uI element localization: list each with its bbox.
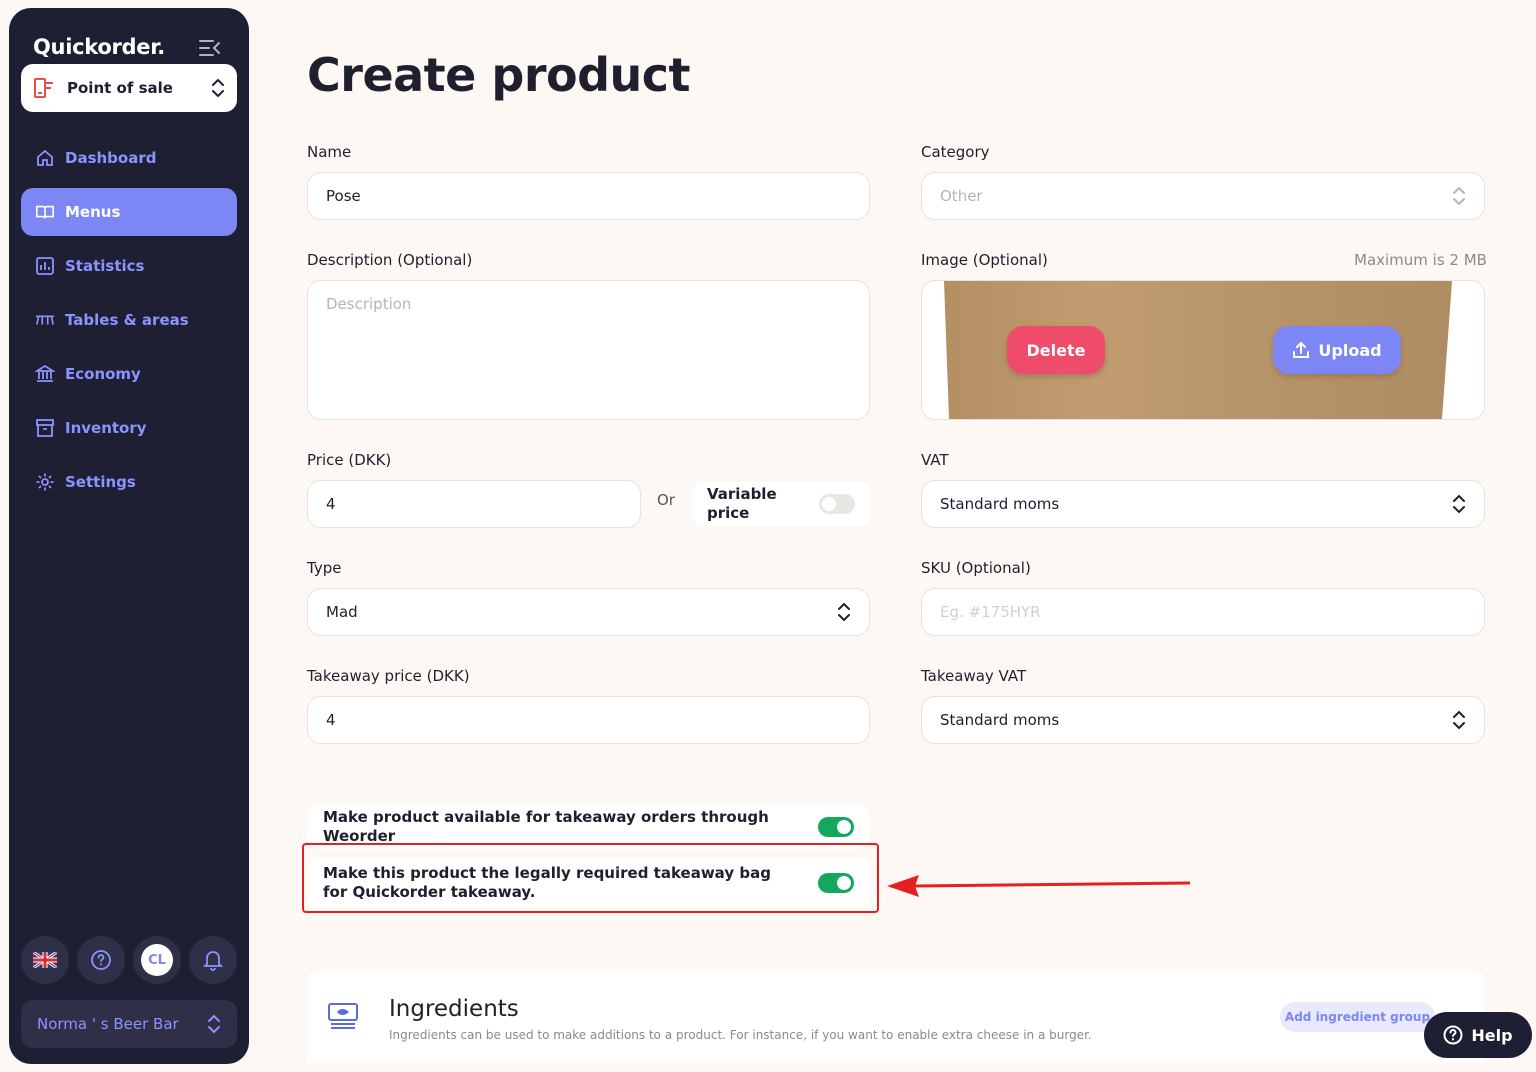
image-size-hint: Maximum is 2 MB (1354, 251, 1487, 269)
variable-price-label: Variable price (707, 485, 777, 522)
notifications-button[interactable] (189, 936, 237, 984)
category-label: Category (921, 143, 990, 161)
chevron-updown-icon (1453, 710, 1465, 730)
name-label: Name (307, 143, 352, 161)
type-select[interactable]: Mad (307, 588, 870, 636)
takeaway-vat-value: Standard moms (940, 711, 1060, 729)
pos-icon (34, 78, 53, 98)
price-input[interactable]: 4 (307, 480, 641, 528)
name-value: Pose (326, 187, 361, 205)
nav-item-settings[interactable]: Settings (21, 458, 237, 506)
bank-icon (35, 364, 55, 384)
description-placeholder: Description (326, 295, 412, 313)
nav-item-dashboard[interactable]: Dashboard (21, 134, 237, 182)
nav-item-economy[interactable]: Economy (21, 350, 237, 398)
delete-image-button[interactable]: Delete (1007, 326, 1105, 374)
nav-item-tables[interactable]: Tables & areas (21, 296, 237, 344)
profile-button[interactable]: CL (133, 936, 181, 984)
nav-item-menus[interactable]: Menus (21, 188, 237, 236)
help-label: Help (1471, 1025, 1513, 1045)
home-icon (35, 148, 55, 168)
annotation-arrow-icon (887, 875, 1191, 897)
language-button[interactable] (21, 936, 69, 984)
chevron-updown-icon (212, 78, 224, 98)
description-label: Description (Optional) (307, 251, 473, 269)
annotation-highlight-box (302, 843, 879, 913)
add-ingredient-group-label: Add ingredient group (1284, 1010, 1431, 1024)
type-label: Type (307, 559, 342, 577)
nav-label: Inventory (65, 419, 147, 437)
category-select[interactable]: Other (921, 172, 1485, 220)
question-icon (91, 950, 111, 970)
nav-label: Statistics (65, 257, 145, 275)
ingredients-title: Ingredients (389, 996, 519, 1022)
chevron-updown-icon (208, 1014, 220, 1034)
takeaway-availability-label: Make product available for takeaway orde… (323, 808, 769, 845)
takeaway-price-value: 4 (326, 711, 336, 729)
point-of-sale-selector[interactable]: Point of sale (21, 64, 237, 112)
chevron-updown-icon (1453, 186, 1465, 206)
vat-value: Standard moms (940, 495, 1060, 513)
sidebar: Quickorder. Point of sale Dashboard Menu… (9, 8, 249, 1064)
ingredients-section: Ingredients Ingredients can be used to m… (307, 971, 1485, 1063)
chevron-updown-icon (1453, 494, 1465, 514)
question-icon (1443, 1025, 1463, 1045)
add-ingredient-group-button[interactable]: Add ingredient group (1280, 1002, 1435, 1032)
pos-label: Point of sale (67, 79, 173, 97)
nav-label: Tables & areas (65, 311, 189, 329)
vat-label: VAT (921, 451, 949, 469)
sku-label: SKU (Optional) (921, 559, 1031, 577)
variable-price-option: Variable price (691, 482, 870, 526)
ingredients-description: Ingredients can be used to make addition… (389, 1028, 1092, 1042)
nav-label: Economy (65, 365, 141, 383)
sidebar-utility-bar: CL (21, 936, 237, 984)
takeaway-price-label: Takeaway price (DKK) (307, 667, 470, 685)
name-input[interactable]: Pose (307, 172, 870, 220)
upload-image-button[interactable]: Upload (1273, 326, 1401, 374)
price-value: 4 (326, 495, 336, 513)
type-value: Mad (326, 603, 358, 621)
sku-input[interactable]: Eg. #175HYR (921, 588, 1485, 636)
page-title: Create product (307, 48, 691, 102)
nav-item-inventory[interactable]: Inventory (21, 404, 237, 452)
collapse-sidebar-icon[interactable] (199, 38, 221, 58)
venue-selector[interactable]: Norma ' s Beer Bar (21, 1000, 237, 1048)
help-circle-button[interactable] (77, 936, 125, 984)
nav-item-statistics[interactable]: Statistics (21, 242, 237, 290)
avatar: CL (141, 944, 173, 976)
chevron-updown-icon (838, 602, 850, 622)
or-label: Or (657, 491, 675, 509)
chart-icon (35, 256, 55, 276)
nav-label: Settings (65, 473, 136, 491)
category-value: Other (940, 187, 983, 205)
sku-placeholder: Eg. #175HYR (940, 603, 1041, 621)
price-label: Price (DKK) (307, 451, 392, 469)
takeaway-price-input[interactable]: 4 (307, 696, 870, 744)
nav-label: Menus (65, 203, 121, 221)
main-nav: Dashboard Menus Statistics Tables & area… (21, 134, 237, 512)
variable-price-toggle[interactable] (819, 494, 855, 514)
nav-label: Dashboard (65, 149, 157, 167)
help-button[interactable]: Help (1424, 1012, 1532, 1058)
table-icon (35, 310, 55, 330)
venue-name: Norma ' s Beer Bar (37, 1015, 179, 1033)
archive-icon (35, 418, 55, 438)
bell-icon (203, 951, 223, 971)
delete-label: Delete (1026, 340, 1086, 360)
gear-icon (35, 472, 55, 492)
brand-logo: Quickorder. (33, 35, 165, 59)
uk-flag-icon (33, 952, 57, 968)
upload-label: Upload (1318, 340, 1382, 360)
takeaway-vat-select[interactable]: Standard moms (921, 696, 1485, 744)
image-upload-area: Delete Upload (921, 280, 1485, 420)
description-textarea[interactable]: Description (307, 280, 870, 420)
image-label: Image (Optional) (921, 251, 1048, 269)
takeaway-availability-toggle[interactable] (818, 817, 854, 837)
ingredients-icon (328, 1003, 358, 1029)
upload-icon (1293, 341, 1310, 358)
book-icon (35, 202, 55, 222)
takeaway-vat-label: Takeaway VAT (921, 667, 1027, 685)
vat-select[interactable]: Standard moms (921, 480, 1485, 528)
